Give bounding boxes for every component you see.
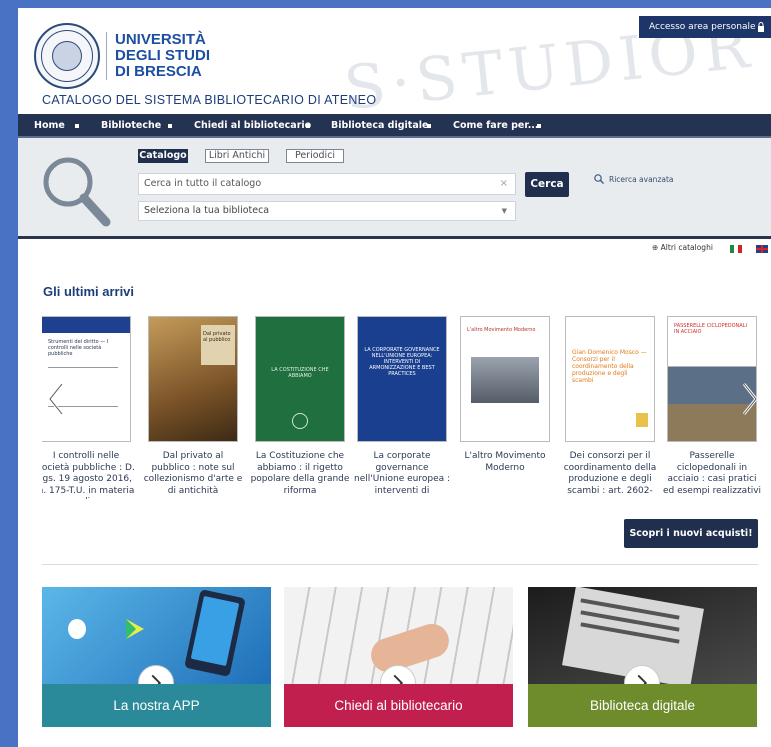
nav-come-fare[interactable]: Come fare per...: [453, 114, 539, 138]
search-input[interactable]: Cerca in tutto il catalogo ×: [138, 173, 516, 195]
nav-biblioteche[interactable]: Biblioteche: [101, 114, 161, 138]
book-cover[interactable]: Gian Domenico Mosco — Consorzi per il co…: [565, 316, 655, 442]
book-title[interactable]: Dei consorzi per il coordinamento della …: [560, 451, 660, 499]
browser-frame: S·STUDIOR UNIVERSITÀ DEGLI STUDI DI BRES…: [0, 0, 771, 747]
book-title[interactable]: La corporate governance nell'Unione euro…: [352, 451, 452, 499]
site-header: S·STUDIOR UNIVERSITÀ DEGLI STUDI DI BRES…: [18, 8, 771, 124]
tile-app-label[interactable]: La nostra APP: [42, 684, 271, 727]
library-select[interactable]: Seleziona la tua biblioteca ▼: [138, 201, 516, 221]
tile-digital-library-label[interactable]: Biblioteca digitale: [528, 684, 757, 727]
new-arrivals-carousel: Strumenti del diritto — I controlli nell…: [42, 314, 764, 504]
search-panel: Catalogo Libri Antichi Periodici Cerca i…: [18, 138, 771, 236]
page: S·STUDIOR UNIVERSITÀ DEGLI STUDI DI BRES…: [18, 8, 771, 747]
search-button[interactable]: Cerca: [525, 172, 569, 197]
nav-home[interactable]: Home: [34, 114, 65, 138]
book-title[interactable]: Dal privato al pubblico : note sul colle…: [143, 451, 243, 499]
book-title[interactable]: L'altro Movimento Moderno: [455, 451, 555, 499]
book-cover[interactable]: PASSERELLE CICLOPEDONALI IN ACCIAIO: [667, 316, 757, 442]
clear-icon[interactable]: ×: [500, 174, 508, 194]
nav-separator: [168, 124, 172, 128]
tab-libri-antichi[interactable]: Libri Antichi: [205, 149, 269, 163]
main-nav: Home Biblioteche Chiedi al bibliotecario…: [18, 114, 771, 138]
advanced-search-link[interactable]: Ricerca avanzata: [594, 174, 674, 184]
tab-periodici[interactable]: Periodici: [286, 149, 344, 163]
nav-separator: [427, 124, 431, 128]
book-cover[interactable]: Strumenti del diritto — I controlli nell…: [42, 316, 131, 442]
nav-separator: [306, 124, 310, 128]
chevron-down-icon: ▼: [501, 207, 507, 215]
lock-icon: [758, 22, 764, 32]
new-arrivals-title: Gli ultimi arrivi: [43, 284, 135, 299]
nav-biblioteca-digitale[interactable]: Biblioteca digitale: [331, 114, 428, 138]
book-title[interactable]: I controlli nelle società pubbliche : D.…: [42, 451, 136, 499]
book-cover[interactable]: LA COSTITUZIONE CHE ABBIAMO: [255, 316, 345, 442]
carousel-prev-icon[interactable]: [46, 382, 66, 416]
personal-area-button[interactable]: Accesso area personale: [639, 16, 771, 38]
carousel-next-icon[interactable]: [740, 382, 760, 416]
utility-bar: ⊕ Altri cataloghi: [18, 239, 771, 259]
search-placeholder: Cerca in tutto il catalogo: [144, 178, 262, 189]
page-bottom: [18, 742, 771, 747]
book-cover[interactable]: LA CORPORATE GOVERNANCE NELL'UNIONE EURO…: [357, 316, 447, 442]
discover-new-acquisitions-button[interactable]: Scopri i nuovi acquisti!: [624, 519, 758, 548]
nav-separator: [537, 124, 541, 128]
nav-separator: [75, 124, 79, 128]
tile-app[interactable]: La nostra APP: [42, 587, 271, 727]
university-seal-icon[interactable]: [34, 23, 100, 89]
book-cover[interactable]: Dal privato al pubblico: [148, 316, 238, 442]
section-divider: [42, 564, 758, 565]
tile-digital-library[interactable]: Biblioteca digitale: [528, 587, 757, 727]
tile-ask-librarian[interactable]: Chiedi al bibliotecario: [284, 587, 513, 727]
english-flag-icon[interactable]: [756, 245, 768, 253]
nav-chiedi[interactable]: Chiedi al bibliotecario: [194, 114, 311, 138]
tile-ask-librarian-label[interactable]: Chiedi al bibliotecario: [284, 684, 513, 727]
other-catalogs-link[interactable]: ⊕ Altri cataloghi: [652, 243, 713, 252]
play-store-icon: [126, 619, 144, 639]
book-title[interactable]: Passerelle ciclopedonali in acciaio : ca…: [662, 451, 762, 499]
advanced-search-icon: [594, 174, 604, 184]
book-cover[interactable]: L'altro Movimento Moderno: [460, 316, 550, 442]
tab-catalogo[interactable]: Catalogo: [138, 149, 188, 163]
catalog-title: CATALOGO DEL SISTEMA BIBLIOTECARIO DI AT…: [42, 93, 377, 107]
magnifier-icon: [43, 157, 111, 227]
book-title[interactable]: La Costituzione che abbiamo : il rigetto…: [250, 451, 350, 499]
university-name[interactable]: UNIVERSITÀ DEGLI STUDI DI BRESCIA: [106, 32, 210, 80]
italian-flag-icon[interactable]: [730, 245, 742, 253]
